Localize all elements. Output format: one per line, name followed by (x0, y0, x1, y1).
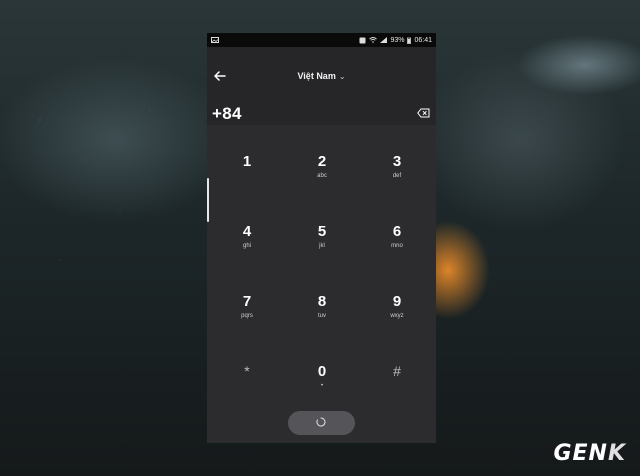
key-7[interactable]: 7 pqrs (209, 293, 285, 353)
dialer-header: Việt Nam ⌄ +84 (207, 47, 436, 125)
chevron-down-icon: ⌄ (338, 72, 346, 81)
key-letters: def (392, 173, 402, 179)
key-letters: ghi (242, 243, 251, 249)
key-digit: 6 (392, 223, 402, 240)
key-digit: * (244, 363, 250, 379)
key-2[interactable]: 2 abc (284, 153, 360, 213)
loading-spinner-icon (316, 417, 326, 427)
key-4[interactable]: 4 ghi (209, 223, 285, 283)
alarm-icon (359, 37, 366, 43)
scroll-indicator (207, 178, 209, 222)
phone-screen: 93% 06:41 Việt Nam ⌄ +84 1 2 abc 3 def 4 ghi… (207, 33, 436, 443)
key-letters: wxyz (390, 313, 404, 319)
key-digit: 7 (242, 293, 252, 310)
signal-icon (380, 37, 388, 43)
key-letters: • (320, 383, 324, 389)
key-letters: mno (391, 243, 403, 249)
key-9[interactable]: 9 wxyz (359, 293, 435, 353)
key-digit: 4 (242, 223, 252, 240)
key-letters: jkl (319, 243, 325, 249)
key-letters: tuv (317, 313, 326, 319)
key-3[interactable]: 3 def (359, 153, 435, 213)
phone-number-display: +84 (212, 104, 242, 123)
wifi-icon (369, 37, 378, 43)
key-digit: # (393, 363, 401, 379)
clock: 06:41 (414, 36, 432, 44)
battery-percent: 93% (390, 36, 405, 44)
key-star[interactable]: * (209, 363, 285, 423)
key-digit: 2 (317, 153, 327, 170)
key-digit: 5 (317, 223, 327, 240)
call-button[interactable] (288, 411, 355, 435)
key-5[interactable]: 5 jkl (284, 223, 360, 283)
key-8[interactable]: 8 tuv (284, 293, 360, 353)
key-letters: abc (317, 173, 327, 179)
key-6[interactable]: 6 mno (359, 223, 435, 283)
image-icon (211, 37, 219, 43)
country-name: Việt Nam (297, 71, 336, 81)
backspace-icon[interactable] (417, 108, 430, 118)
status-bar: 93% 06:41 (207, 33, 436, 47)
genk-watermark-logo: GENK (553, 441, 626, 466)
key-digit: 3 (392, 153, 402, 170)
key-hash[interactable]: # (359, 363, 435, 423)
key-letters: pqrs (241, 313, 253, 319)
country-selector[interactable]: Việt Nam ⌄ (207, 71, 436, 81)
key-1[interactable]: 1 (209, 153, 285, 213)
key-digit: 1 (242, 153, 252, 170)
logo-k: K (607, 441, 626, 466)
key-digit: 9 (392, 293, 402, 310)
battery-icon (407, 37, 412, 44)
logo-text: GEN (553, 441, 608, 466)
key-digit: 0 (317, 363, 327, 380)
key-digit: 8 (317, 293, 327, 310)
